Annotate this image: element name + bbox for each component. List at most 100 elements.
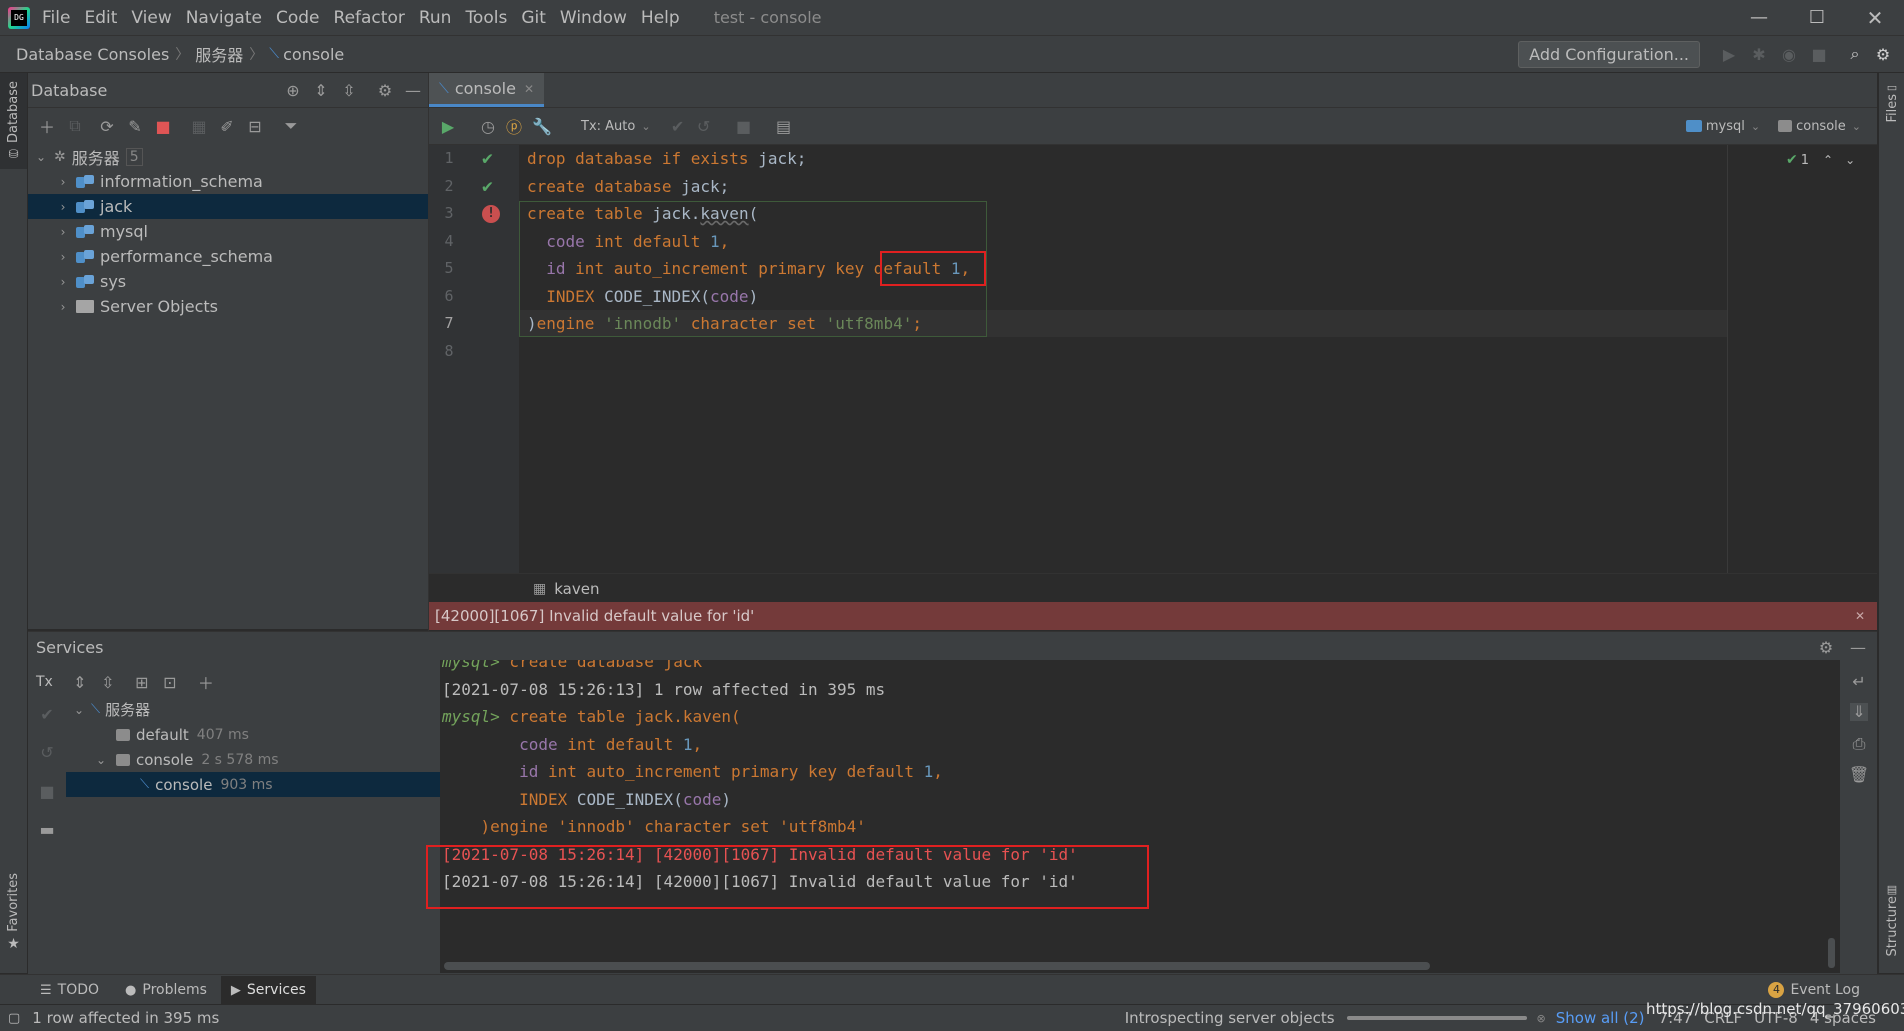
tx-selector[interactable]: Tx [36,674,53,690]
tree-item-performance-schema[interactable]: › performance_schema [28,244,428,269]
table-icon[interactable]: ▦ [190,117,208,136]
menu-file[interactable]: File [42,8,70,28]
editor-breadcrumb-table[interactable]: kaven [554,580,599,598]
menu-help[interactable]: Help [641,8,680,28]
tree-item-server-objects[interactable]: › Server Objects [28,294,428,319]
horizontal-scrollbar[interactable] [444,962,1430,970]
new-session-icon[interactable]: ⊡ [161,673,179,692]
explain-plan-icon[interactable]: ⓟ [505,117,523,137]
services-tab[interactable]: ▶ Services [220,975,316,1005]
soft-wrap-icon[interactable]: ↵ [1850,672,1868,691]
hide-services-icon[interactable]: — [1849,638,1867,657]
chevron-down-icon[interactable]: ⌄ [34,150,48,164]
close-error-icon[interactable]: ✕ [1855,609,1865,623]
console-output[interactable]: mysql> create database jack [2021-07-08 … [440,660,1840,973]
settings-wrench-icon[interactable]: 🔧 [532,117,552,136]
chevron-up-icon[interactable]: ⌃ [1823,153,1833,167]
menu-edit[interactable]: Edit [84,8,117,28]
run-icon[interactable]: ▶ [1720,45,1738,64]
layout-icon[interactable]: ▬ [38,820,56,839]
chevron-right-icon[interactable]: › [56,250,70,264]
session-select[interactable]: console [1796,119,1846,134]
disconnect-icon[interactable]: ■ [154,117,172,136]
tab-console[interactable]: ⟍ console ✕ [429,73,545,107]
chevron-down-icon[interactable]: ⌄ [1845,153,1855,167]
services-item-console[interactable]: ⌄ console 2 s 578 ms [66,747,440,772]
group-icon[interactable]: ⊞ [133,673,151,692]
database-tool-tab[interactable]: Database ⛁ [0,73,27,170]
breadcrumb-server[interactable]: 服务器 [195,42,243,66]
structure-tool-tab[interactable]: ▤ Structure [1879,883,1904,956]
expand-all-icon[interactable]: ⇕ [312,81,330,100]
tree-item-mysql[interactable]: › mysql [28,219,428,244]
chevron-right-icon[interactable]: › [56,300,70,314]
menu-run[interactable]: Run [419,8,452,28]
crosshair-icon[interactable]: ⊕ [284,81,302,100]
chevron-right-icon[interactable]: › [56,225,70,239]
debug-icon[interactable]: ✱ [1750,45,1768,64]
close-icon[interactable]: ✕ [1846,6,1904,30]
add-service-icon[interactable]: ＋ [197,673,215,693]
refresh-icon[interactable]: ⟳ [98,117,116,136]
add-icon[interactable]: ＋ [38,117,56,137]
menu-view[interactable]: View [131,8,171,28]
settings-gear-icon[interactable]: ⚙ [1874,45,1892,64]
problems-tab[interactable]: ● Problems [125,982,207,998]
history-icon[interactable]: ◷ [479,117,497,136]
panel-settings-icon[interactable]: ⚙ [376,81,394,100]
collapse-all-icon[interactable]: ⇳ [99,673,117,692]
output-layout-icon[interactable]: ▤ [775,117,793,136]
services-item-default[interactable]: default 407 ms [66,722,440,747]
close-tab-icon[interactable]: ✕ [524,82,534,96]
menu-refactor[interactable]: Refactor [334,8,405,28]
chevron-right-icon[interactable]: › [56,200,70,214]
rollback-icon[interactable]: ↺ [695,117,713,136]
services-tree-root[interactable]: ⌄ ⟍ 服务器 [66,697,440,722]
show-all-link[interactable]: Show all (2) [1556,1009,1645,1027]
coverage-icon[interactable]: ◉ [1780,45,1798,64]
commit-icon[interactable]: ✔ [38,705,56,724]
chevron-down-icon[interactable]: ⌄ [94,753,108,767]
hide-panel-icon[interactable]: — [404,81,422,100]
menu-window[interactable]: Window [560,8,627,28]
vertical-scrollbar[interactable] [1828,938,1835,968]
add-configuration-button[interactable]: Add Configuration... [1518,40,1700,68]
query-console-icon[interactable]: ⊟ [246,117,264,136]
breadcrumb-database-consoles[interactable]: Database Consoles [16,45,169,64]
tx-mode-select[interactable]: Tx: Auto [581,119,635,134]
datasource-select[interactable]: mysql [1706,119,1745,134]
search-icon[interactable]: ⌕ [1846,44,1864,63]
tree-root-server[interactable]: ⌄ ✲ 服务器 5 [28,144,428,169]
commit-icon[interactable]: ✔ [669,117,687,136]
edit-icon[interactable]: ✐ [218,117,236,136]
app-logo-icon[interactable]: DG [8,6,30,29]
panel-toggle-icon[interactable]: ▢ [8,1011,20,1026]
tree-item-sys[interactable]: › sys [28,269,428,294]
services-settings-icon[interactable]: ⚙ [1817,638,1835,657]
stop-icon[interactable]: ■ [1810,45,1828,64]
minimize-icon[interactable]: — [1730,7,1788,28]
chevron-right-icon[interactable]: › [56,275,70,289]
chevron-right-icon[interactable]: › [56,175,70,189]
breadcrumb-console[interactable]: console [283,45,344,64]
cancel-task-icon[interactable]: ⊗ [1537,1012,1546,1025]
print-icon[interactable]: ⎙ [1850,734,1868,753]
favorites-tool-tab[interactable]: Favorites ★ [0,873,27,952]
properties-icon[interactable]: ✎ [126,117,144,136]
menu-tools[interactable]: Tools [465,8,507,28]
filter-icon[interactable]: ⏷ [282,116,300,135]
scroll-to-end-icon[interactable]: ⇓ [1850,702,1868,721]
clear-icon[interactable]: 🗑 [1849,765,1869,784]
copy-icon[interactable]: ⧉ [66,116,84,135]
maximize-icon[interactable]: ☐ [1788,7,1846,28]
files-tool-tab[interactable]: ▭ Files [1879,73,1904,131]
menu-git[interactable]: Git [521,8,546,28]
execute-icon[interactable]: ▶ [439,117,457,136]
stop-icon[interactable]: ■ [38,782,56,801]
menu-navigate[interactable]: Navigate [186,8,262,28]
tree-item-information-schema[interactable]: › information_schema [28,169,428,194]
event-log-tab[interactable]: 4 Event Log [1768,982,1860,998]
services-item-console-session[interactable]: ⟍ console 903 ms [66,772,440,797]
inspection-check-icon[interactable]: ✔ [1786,152,1798,168]
error-icon[interactable]: ! [482,204,500,223]
